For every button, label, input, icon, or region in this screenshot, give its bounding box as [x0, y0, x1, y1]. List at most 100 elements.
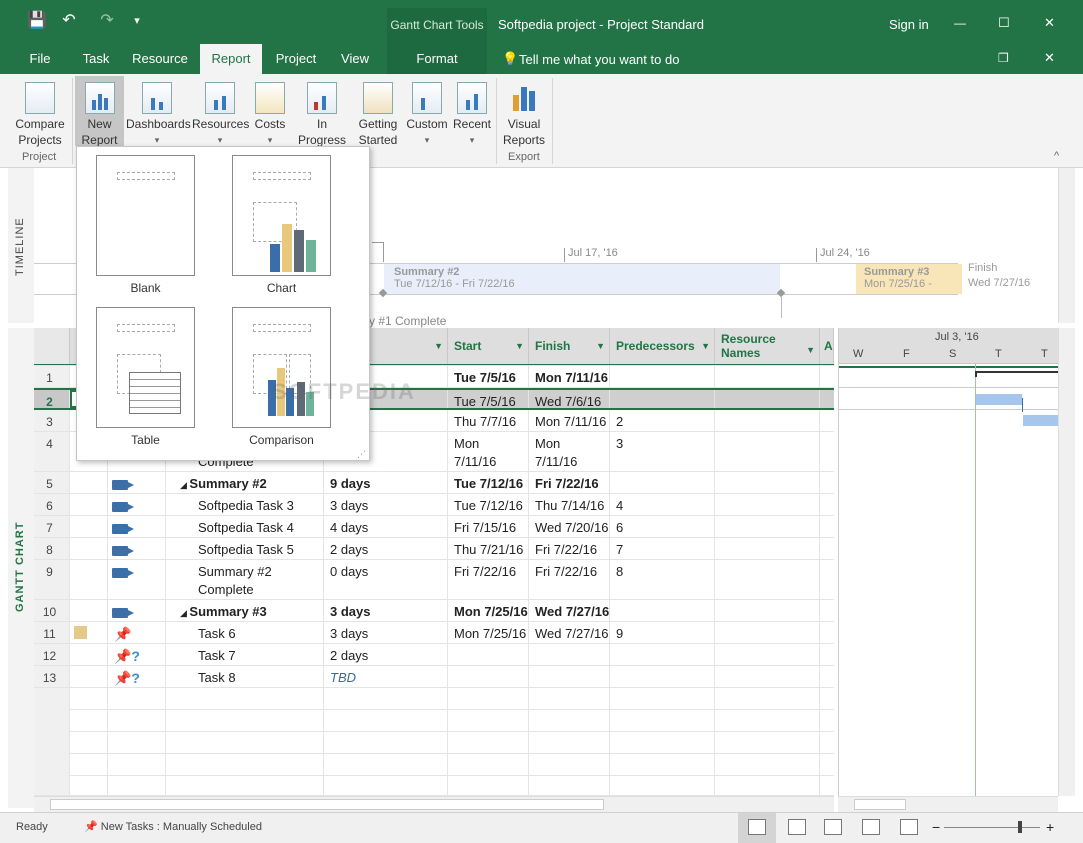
resource-cell[interactable] — [715, 366, 820, 387]
resource-cell[interactable] — [715, 494, 820, 515]
add-column-header[interactable]: A — [820, 328, 834, 364]
resource-sheet-icon[interactable] — [862, 819, 880, 835]
sign-in-link[interactable]: Sign in — [889, 17, 929, 32]
dashboards-button[interactable]: Dashboards ▾ — [126, 80, 191, 148]
mode-cell[interactable]: 📌 — [108, 622, 166, 643]
table-horizontal-scrollbar[interactable] — [34, 796, 834, 812]
start-cell[interactable]: Thu 7/21/16 — [448, 538, 529, 559]
finish-cell[interactable]: Wed 7/6/16 — [529, 390, 610, 408]
undo-icon[interactable]: ↶ — [58, 10, 80, 30]
task-name-cell[interactable]: ◢ Summary #2 — [166, 472, 324, 493]
comparison-report-tile[interactable] — [232, 307, 331, 428]
resource-cell[interactable] — [715, 472, 820, 493]
mode-cell[interactable] — [108, 516, 166, 537]
finish-cell[interactable]: Wed 7/27/16 — [529, 622, 610, 643]
task-usage-icon[interactable] — [788, 819, 806, 835]
scroll-thumb[interactable] — [50, 799, 604, 810]
new-report-button[interactable]: New Report — [75, 80, 124, 148]
finish-cell[interactable]: Wed 7/27/16 — [529, 600, 610, 621]
predecessors-cell[interactable] — [610, 644, 715, 665]
finish-cell[interactable]: Fri 7/22/16 — [529, 538, 610, 559]
table-row[interactable]: 6 Softpedia Task 3 3 days Tue 7/12/16 Th… — [34, 494, 834, 516]
chart-horizontal-scrollbar[interactable] — [838, 796, 1058, 812]
zoom-slider-track[interactable] — [944, 827, 1040, 828]
start-cell[interactable] — [448, 644, 529, 665]
start-cell[interactable]: Tue 7/5/16 — [448, 390, 529, 408]
close-document-icon[interactable]: ✕ — [1044, 50, 1055, 66]
row-number[interactable]: 7 — [34, 516, 70, 537]
note-icon[interactable] — [74, 626, 87, 639]
row-number[interactable]: 9 — [34, 560, 70, 599]
tab-format[interactable]: Format — [387, 44, 487, 74]
task-name-cell[interactable]: Softpedia Task 5 — [166, 538, 324, 559]
scroll-thumb[interactable] — [854, 799, 906, 810]
collapse-ribbon-icon[interactable]: ^ — [1054, 150, 1059, 162]
start-cell[interactable]: Mon 7/11/16 — [448, 432, 529, 471]
row-number[interactable]: 2 — [34, 390, 70, 408]
minimize-icon[interactable]: — — [954, 16, 966, 30]
start-cell[interactable]: Thu 7/7/16 — [448, 410, 529, 431]
recent-button[interactable]: Recent ▾ — [452, 80, 492, 148]
resource-cell[interactable] — [715, 666, 820, 687]
zoom-out-button[interactable]: − — [932, 819, 940, 835]
resource-cell[interactable] — [715, 390, 820, 408]
table-row[interactable]: 10 ◢ Summary #3 3 days Mon 7/25/16 Wed 7… — [34, 600, 834, 622]
duration-cell[interactable]: 3 days — [324, 600, 448, 621]
table-row[interactable]: 5 ◢ Summary #2 9 days Tue 7/12/16 Fri 7/… — [34, 472, 834, 494]
mode-cell[interactable] — [108, 472, 166, 493]
start-cell[interactable]: Mon 7/25/16 — [448, 600, 529, 621]
predecessors-cell[interactable]: 2 — [610, 410, 715, 431]
empty-rows[interactable] — [34, 688, 834, 796]
redo-icon[interactable]: ↷ — [96, 10, 118, 30]
finish-cell[interactable]: Mon 7/11/16 — [529, 410, 610, 431]
table-row[interactable]: 7 Softpedia Task 4 4 days Fri 7/15/16 We… — [34, 516, 834, 538]
mode-cell[interactable] — [108, 600, 166, 621]
predecessors-cell[interactable] — [610, 366, 715, 387]
row-number[interactable]: 13 — [34, 666, 70, 687]
row-number[interactable]: 11 — [34, 622, 70, 643]
start-cell[interactable] — [448, 666, 529, 687]
finish-cell[interactable] — [529, 666, 610, 687]
getting-started-button[interactable]: Getting Started — [356, 80, 400, 148]
predecessors-cell[interactable]: 3 — [610, 432, 715, 471]
resource-names-header[interactable]: Resource Names ▼ — [715, 328, 820, 364]
mode-cell[interactable] — [108, 494, 166, 515]
resize-grip-icon[interactable]: ⋰ — [357, 449, 366, 460]
new-tasks-mode[interactable]: 📌 New Tasks : Manually Scheduled — [84, 820, 262, 833]
row-number[interactable]: 1 — [34, 366, 70, 387]
mode-cell[interactable] — [108, 560, 166, 599]
duration-cell[interactable]: 2 days — [324, 644, 448, 665]
predecessors-cell[interactable] — [610, 390, 715, 408]
start-cell[interactable]: Tue 7/12/16 — [448, 494, 529, 515]
table-report-tile[interactable] — [96, 307, 195, 428]
tab-project[interactable]: Project — [270, 44, 322, 74]
tab-task[interactable]: Task — [76, 44, 116, 74]
row-number[interactable]: 4 — [34, 432, 70, 471]
start-header[interactable]: Start ▼ — [448, 328, 529, 364]
table-row[interactable]: 8 Softpedia Task 5 2 days Thu 7/21/16 Fr… — [34, 538, 834, 560]
predecessors-cell[interactable]: 6 — [610, 516, 715, 537]
finish-cell[interactable]: Fri 7/22/16 — [529, 472, 610, 493]
report-view-icon[interactable] — [900, 819, 918, 835]
row-number[interactable]: 3 — [34, 410, 70, 431]
visual-reports-button[interactable]: Visual Reports — [500, 80, 548, 148]
predecessors-cell[interactable]: 7 — [610, 538, 715, 559]
predecessors-cell[interactable] — [610, 600, 715, 621]
customize-qat-icon[interactable]: ▾ — [126, 14, 148, 27]
predecessors-cell[interactable] — [610, 666, 715, 687]
gantt-view-icon[interactable] — [748, 819, 766, 835]
chart-vertical-scrollbar[interactable] — [1058, 328, 1075, 796]
maximize-icon[interactable]: ☐ — [998, 15, 1010, 31]
zoom-slider-thumb[interactable] — [1018, 821, 1022, 833]
costs-button[interactable]: Costs ▾ — [252, 80, 288, 148]
collapse-triangle-icon[interactable]: ◢ — [180, 480, 189, 490]
resource-cell[interactable] — [715, 560, 820, 599]
timeline-summary2-bar[interactable]: Summary #2 Tue 7/12/16 - Fri 7/22/16 — [384, 264, 780, 294]
finish-cell[interactable]: Mon 7/11/16 — [529, 432, 610, 471]
predecessors-cell[interactable]: 8 — [610, 560, 715, 599]
table-row[interactable]: 13 📌? Task 8 TBD — [34, 666, 834, 688]
team-planner-icon[interactable] — [824, 819, 842, 835]
custom-button[interactable]: Custom ▾ — [404, 80, 450, 148]
resource-cell[interactable] — [715, 432, 820, 471]
tab-view[interactable]: View — [332, 44, 378, 74]
